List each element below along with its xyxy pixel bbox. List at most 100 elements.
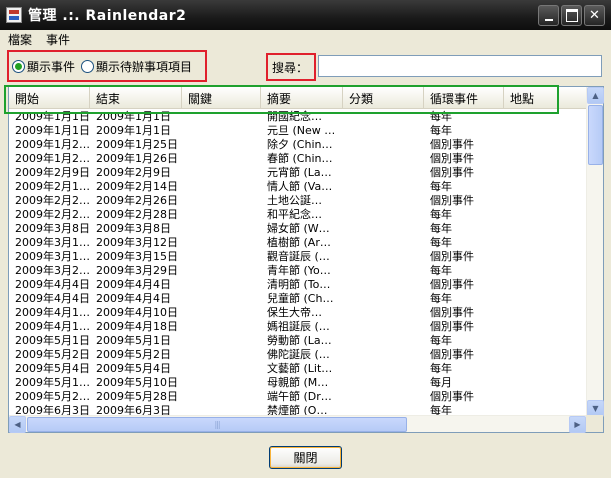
table-cell: 2009年5月1日 <box>96 334 171 347</box>
table-row[interactable]: 2009年5月2日 2009年5月2日 佛陀誕辰 (… 個別事件 <box>9 348 586 362</box>
table-row[interactable]: 2009年2月1… 2009年2月14日 情人節 (Va… 每年 <box>9 180 586 194</box>
table-cell: 個別事件 <box>430 348 474 361</box>
table-cell <box>343 390 424 404</box>
table-row[interactable]: 2009年5月1日 2009年5月1日 勞動節 (La… 每年 <box>9 334 586 348</box>
table-cell <box>182 292 261 306</box>
scroll-right-arrow-icon[interactable]: ▶ <box>569 416 586 433</box>
table-row[interactable]: 2009年2月9日 2009年2月9日 元宵節 (La… 個別事件 <box>9 166 586 180</box>
column-header-end[interactable]: 結束 <box>90 87 182 109</box>
events-list[interactable]: 開始 結束 關鍵 摘要 分類 循環事件 地點 2009年1月1日 2009年1月1… <box>8 86 604 433</box>
table-row[interactable]: 2009年5月4日 2009年5月4日 文藝節 (Lit… 每年 <box>9 362 586 376</box>
table-cell: 2009年5月1… <box>15 376 90 389</box>
table-cell: 個別事件 <box>430 250 474 263</box>
table-cell: 每年 <box>430 264 452 277</box>
column-header-recurrence[interactable]: 循環事件 <box>424 87 504 109</box>
calendar-app-icon <box>6 7 22 23</box>
table-row[interactable]: 2009年3月1… 2009年3月12日 植樹節 (Ar… 每年 <box>9 236 586 250</box>
table-cell <box>182 222 261 236</box>
table-cell <box>182 194 261 208</box>
table-row[interactable]: 2009年5月1… 2009年5月10日 母親節 (M… 每月 <box>9 376 586 390</box>
column-header-location[interactable]: 地點 <box>504 87 586 109</box>
table-cell: 2009年2月1… <box>15 180 90 193</box>
table-cell <box>504 180 586 194</box>
table-cell <box>504 320 586 334</box>
table-cell <box>504 236 586 250</box>
column-header-row: 開始 結束 關鍵 摘要 分類 循環事件 地點 <box>9 87 586 109</box>
filter-radio-group: 顯示事件 顯示待辦事項項目 <box>7 50 207 82</box>
table-cell: 每年 <box>430 208 452 221</box>
minimize-button[interactable] <box>538 5 559 26</box>
table-cell: 媽祖誕辰 (… <box>267 320 330 333</box>
column-header-start[interactable]: 開始 <box>9 87 90 109</box>
table-row[interactable]: 2009年4月1… 2009年4月18日 媽祖誕辰 (… 個別事件 <box>9 320 586 334</box>
table-cell: 母親節 (M… <box>267 376 329 389</box>
table-cell <box>182 180 261 194</box>
table-cell <box>504 306 586 320</box>
column-header-summary[interactable]: 摘要 <box>261 87 343 109</box>
table-row[interactable]: 2009年3月1… 2009年3月15日 觀音誕辰 (… 個別事件 <box>9 250 586 264</box>
table-row[interactable]: 2009年4月1… 2009年4月10日 保生大帝… 個別事件 <box>9 306 586 320</box>
vertical-scroll-thumb[interactable] <box>588 105 603 165</box>
table-cell <box>504 166 586 180</box>
scroll-left-arrow-icon[interactable]: ◀ <box>9 416 26 433</box>
table-cell: 2009年4月1… <box>15 306 90 319</box>
table-row[interactable]: 2009年4月4日 2009年4月4日 兒童節 (Ch… 每年 <box>9 292 586 306</box>
table-cell <box>182 348 261 362</box>
table-cell <box>504 138 586 152</box>
table-row[interactable]: 2009年1月2… 2009年1月26日 春節 (Chin… 個別事件 <box>9 152 586 166</box>
column-header-key[interactable]: 關鍵 <box>182 87 261 109</box>
table-cell <box>343 320 424 334</box>
table-cell: 文藝節 (Lit… <box>267 362 333 375</box>
table-cell: 個別事件 <box>430 166 474 179</box>
table-row[interactable]: 2009年1月1日 2009年1月1日 元旦 (New … 每年 <box>9 124 586 138</box>
table-row[interactable]: 2009年2月2… 2009年2月26日 土地公誕… 個別事件 <box>9 194 586 208</box>
vertical-scrollbar[interactable]: ▲ ▼ <box>586 87 604 417</box>
table-cell <box>343 376 424 390</box>
table-cell <box>343 348 424 362</box>
horizontal-scroll-thumb[interactable]: ||| <box>27 417 407 432</box>
table-cell: 個別事件 <box>430 306 474 319</box>
window-controls: ✕ <box>538 5 605 26</box>
scroll-up-arrow-icon[interactable]: ▲ <box>587 87 604 104</box>
table-cell: 2009年4月10日 <box>96 306 178 319</box>
table-cell: 2009年3月2… <box>15 264 90 277</box>
table-row[interactable]: 2009年1月1日 2009年1月1日 開國紀念… 每年 <box>9 110 586 124</box>
table-cell <box>504 348 586 362</box>
table-cell <box>182 278 261 292</box>
show-events-radio[interactable]: 顯示事件 <box>12 58 75 75</box>
radio-unselected-icon[interactable] <box>81 59 95 73</box>
table-row[interactable]: 2009年3月2… 2009年3月29日 青年節 (Yo… 每年 <box>9 264 586 278</box>
table-cell <box>504 376 586 390</box>
table-cell: 2009年5月4日 <box>96 362 171 375</box>
table-cell: 每年 <box>430 110 452 123</box>
radio-selected-icon[interactable] <box>12 59 25 73</box>
table-cell <box>343 362 424 376</box>
table-cell: 婦女節 (W… <box>267 222 330 235</box>
maximize-button[interactable] <box>561 5 582 26</box>
column-header-category[interactable]: 分類 <box>343 87 424 109</box>
menu-file[interactable]: 檔案 <box>8 31 32 48</box>
title-bar[interactable]: 管理 .:. Rainlendar2 ✕ <box>0 0 611 30</box>
table-cell: 2009年4月4日 <box>15 292 90 305</box>
table-cell: 保生大帝… <box>267 306 322 319</box>
close-button[interactable]: 關閉 <box>269 446 342 469</box>
table-row[interactable]: 2009年1月2… 2009年1月25日 除夕 (Chin… 個別事件 <box>9 138 586 152</box>
table-cell: 2009年4月1… <box>15 320 90 333</box>
menu-event[interactable]: 事件 <box>46 31 70 48</box>
table-cell: 2009年1月25日 <box>96 138 178 151</box>
table-row[interactable]: 2009年5月2… 2009年5月28日 端午節 (Dr… 個別事件 <box>9 390 586 404</box>
table-cell <box>182 152 261 166</box>
table-cell: 2009年3月1… <box>15 250 90 263</box>
table-cell: 2009年5月2日 <box>96 348 171 361</box>
table-row[interactable]: 2009年4月4日 2009年4月4日 清明節 (To… 個別事件 <box>9 278 586 292</box>
scrollbar-corner <box>586 415 603 432</box>
close-window-button[interactable]: ✕ <box>584 5 605 26</box>
table-cell: 個別事件 <box>430 194 474 207</box>
show-todo-radio[interactable]: 顯示待辦事項項目 <box>81 58 192 75</box>
table-row[interactable]: 2009年2月2… 2009年2月28日 和平紀念… 每年 <box>9 208 586 222</box>
table-cell: 2009年2月14日 <box>96 180 178 193</box>
search-input[interactable] <box>318 55 602 77</box>
table-row[interactable]: 2009年3月8日 2009年3月8日 婦女節 (W… 每年 <box>9 222 586 236</box>
horizontal-scrollbar[interactable]: ◀ ||| ▶ <box>9 415 586 433</box>
table-cell <box>182 138 261 152</box>
